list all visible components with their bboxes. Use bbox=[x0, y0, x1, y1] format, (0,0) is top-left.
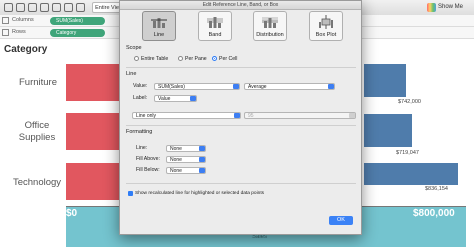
show-me-button[interactable]: Show Me bbox=[438, 2, 463, 13]
row-label-technology[interactable]: Technology bbox=[4, 177, 70, 189]
type-line-label: Line bbox=[153, 32, 165, 38]
show-me-icon[interactable] bbox=[427, 3, 436, 12]
reference-line-dialog: Edit Reference Line, Band, or Box Line B… bbox=[119, 0, 362, 235]
label-label: Label: bbox=[133, 95, 148, 101]
type-boxplot-button[interactable]: Box Plot bbox=[309, 11, 343, 41]
chevron-down-icon bbox=[199, 168, 205, 173]
chevron-down-icon bbox=[233, 84, 239, 89]
radio-selected-icon bbox=[212, 56, 217, 61]
value-label-furniture: $742,000 bbox=[398, 99, 421, 105]
label-select-text: Value bbox=[158, 96, 171, 102]
aggregation-select[interactable]: Average bbox=[244, 83, 335, 90]
format-line-text: None bbox=[170, 146, 182, 152]
scope-entire-table-radio[interactable]: Entire Table bbox=[134, 56, 168, 63]
fill-below-text: None bbox=[170, 168, 182, 174]
redo-icon[interactable] bbox=[16, 3, 25, 12]
fill-below-select[interactable]: None bbox=[166, 167, 206, 174]
sort-icon[interactable] bbox=[64, 3, 73, 12]
value-label: Value: bbox=[133, 83, 148, 89]
chevron-down-icon bbox=[199, 157, 205, 162]
chevron-down-icon bbox=[349, 113, 355, 118]
format-line-select[interactable]: None bbox=[166, 145, 206, 152]
line-type-select[interactable]: Line only bbox=[132, 112, 241, 119]
swap-icon[interactable] bbox=[52, 3, 61, 12]
line-section-label: Line bbox=[126, 71, 137, 77]
chevron-down-icon bbox=[190, 96, 196, 101]
ok-button[interactable]: OK bbox=[329, 216, 353, 225]
recalculate-label: Show recalculated line for highlighted o… bbox=[135, 191, 265, 196]
radio-icon bbox=[134, 56, 139, 61]
chevron-down-icon bbox=[328, 84, 334, 89]
divider bbox=[126, 67, 356, 68]
columns-label: Columns bbox=[12, 17, 34, 23]
dialog-title: Edit Reference Line, Band, or Box bbox=[202, 2, 279, 8]
line-type-icon bbox=[151, 18, 167, 28]
type-boxplot-label: Box Plot bbox=[315, 32, 337, 38]
fill-above-select[interactable]: None bbox=[166, 156, 206, 163]
radio-icon bbox=[178, 56, 183, 61]
chevron-down-icon bbox=[199, 146, 205, 151]
label-select[interactable]: Value bbox=[154, 95, 197, 102]
scope-label: Scope bbox=[126, 45, 142, 51]
bar-technology-end[interactable] bbox=[364, 163, 458, 185]
bar-office-supplies-end[interactable] bbox=[364, 114, 412, 147]
formatting-section-label: Formatting bbox=[126, 129, 153, 135]
value-label-office-supplies: $719,047 bbox=[396, 150, 419, 156]
type-line-button[interactable]: Line bbox=[142, 11, 176, 41]
chevron-down-icon bbox=[234, 113, 240, 118]
scope-per-cell-label: Per Cell bbox=[219, 56, 238, 62]
value-field-select[interactable]: SUM(Sales) bbox=[154, 83, 240, 90]
line-type-text: Line only bbox=[136, 113, 157, 119]
scope-per-cell-radio[interactable]: Per Cell bbox=[212, 56, 237, 63]
band-type-icon bbox=[207, 17, 223, 28]
format-line-label: Line: bbox=[136, 145, 148, 151]
type-band-button[interactable]: Band bbox=[198, 11, 232, 41]
save-icon[interactable] bbox=[28, 3, 37, 12]
category-header: Category bbox=[4, 44, 48, 55]
fill-above-text: None bbox=[170, 157, 182, 163]
distribution-type-icon bbox=[262, 17, 278, 28]
rows-icon bbox=[2, 29, 9, 36]
value-field-text: SUM(Sales) bbox=[158, 84, 185, 90]
percent-select: 95 bbox=[244, 112, 356, 119]
bar-furniture-end[interactable] bbox=[364, 64, 406, 97]
undo-icon[interactable] bbox=[4, 3, 13, 12]
row-label-furniture[interactable]: Furniture bbox=[8, 77, 68, 89]
recalculate-checkbox[interactable] bbox=[128, 191, 133, 196]
percent-text: 95 bbox=[248, 113, 254, 119]
type-band-label: Band bbox=[208, 32, 222, 38]
type-distribution-label: Distribution bbox=[256, 32, 284, 38]
dialog-titlebar[interactable]: Edit Reference Line, Band, or Box bbox=[120, 1, 361, 10]
fill-below-label: Fill Below: bbox=[136, 167, 160, 173]
boxplot-type-icon bbox=[319, 15, 333, 29]
scope-per-pane-radio[interactable]: Per Pane bbox=[178, 56, 207, 63]
fill-above-label: Fill Above: bbox=[136, 156, 160, 162]
axis-tick-max: $800,000 bbox=[413, 208, 455, 219]
row-label-office-supplies[interactable]: Office Supplies bbox=[6, 120, 68, 144]
scope-entire-table-label: Entire Table bbox=[141, 56, 169, 62]
scope-per-pane-label: Per Pane bbox=[185, 56, 207, 62]
highlight-icon[interactable] bbox=[76, 3, 85, 12]
rows-pill-category[interactable]: Category bbox=[50, 29, 105, 37]
axis-tick-min: $0 bbox=[66, 208, 78, 219]
columns-icon bbox=[2, 17, 9, 24]
divider bbox=[126, 183, 356, 184]
new-datasource-icon[interactable] bbox=[40, 3, 49, 12]
aggregation-text: Average bbox=[248, 84, 267, 90]
columns-pill-sales[interactable]: SUM(Sales) bbox=[50, 17, 105, 25]
divider bbox=[126, 125, 356, 126]
type-distribution-button[interactable]: Distribution bbox=[253, 11, 287, 41]
value-label-technology: $836,154 bbox=[425, 186, 448, 192]
rows-label: Rows bbox=[12, 29, 26, 35]
